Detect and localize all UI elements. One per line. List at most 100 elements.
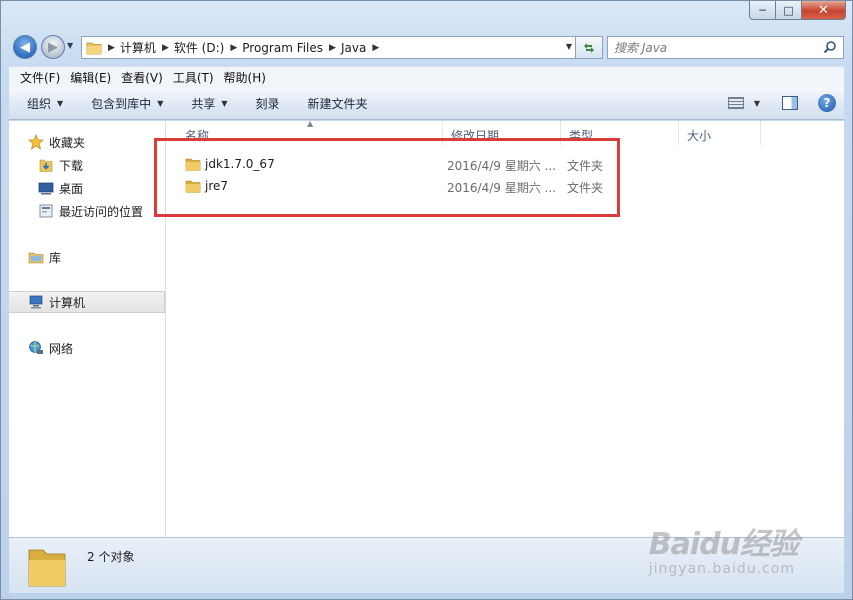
nav-label: 库 (49, 250, 62, 265)
file-date: 2016/4/9 星期六 ... (447, 159, 556, 173)
folder-icon (185, 180, 201, 193)
minimize-button[interactable]: ─ (749, 1, 776, 20)
nav-item-downloads[interactable]: 下载 (9, 154, 165, 176)
refresh-button[interactable] (575, 36, 603, 59)
command-bar: 组织 ▼ 包含到库中 ▼ 共享 ▼ 刻录 新建文件夹 ▼ ? (9, 88, 844, 120)
details-pane: 2 个对象 Baidu经验 jingyan.baidu.com (9, 527, 844, 593)
recent-pages-dropdown[interactable]: ▼ (67, 41, 73, 50)
column-date-label: 修改日期 (451, 129, 500, 143)
column-headers: 名称 ▲ 修改日期 类型 大小 (167, 119, 844, 147)
library-icon (27, 249, 45, 265)
nav-label: 桌面 (59, 181, 84, 196)
burn-button[interactable]: 刻录 (246, 95, 290, 112)
nav-item-libraries[interactable]: 库 (9, 246, 165, 268)
breadcrumb-separator[interactable]: ▶ (372, 43, 379, 53)
caption-buttons: ─ □ ✕ (749, 1, 846, 20)
nav-item-favorites[interactable]: 收藏夹 (9, 131, 165, 153)
new-folder-button[interactable]: 新建文件夹 (298, 95, 378, 112)
recent-places-icon (37, 203, 55, 219)
burn-label: 刻录 (255, 97, 280, 111)
watermark-logo: Baidu经验 (648, 527, 799, 562)
refresh-icon (584, 42, 594, 53)
navigation-row: ◀ ▶ ▼ ▶ 计算机 ▶ 软件 (D:) ▶ Program Files ▶ … (9, 33, 844, 61)
chevron-down-icon: ▼ (57, 99, 64, 108)
explorer-window: ─ □ ✕ ◀ ▶ ▼ ▶ 计算机 ▶ 软件 (D:) ▶ Program Fi… (0, 0, 853, 600)
new-folder-label: 新建文件夹 (307, 97, 368, 111)
star-icon (27, 134, 45, 150)
view-options-icon[interactable] (727, 97, 744, 109)
organize-button[interactable]: 组织 ▼ (17, 95, 73, 112)
menu-view[interactable]: 查看(V) (116, 69, 168, 86)
column-header-size[interactable]: 大小 (679, 121, 761, 145)
nav-label: 计算机 (49, 295, 86, 310)
computer-icon (27, 294, 45, 310)
folder-icon (185, 158, 201, 171)
forward-button[interactable]: ▶ (41, 35, 65, 59)
address-bar[interactable]: ▶ 计算机 ▶ 软件 (D:) ▶ Program Files ▶ Java ▶… (81, 36, 579, 59)
network-icon (27, 340, 45, 356)
menu-file[interactable]: 文件(F) (15, 69, 65, 86)
breadcrumb-separator[interactable]: ▶ (329, 43, 336, 53)
column-header-type[interactable]: 类型 (561, 121, 679, 145)
watermark: Baidu经验 jingyan.baidu.com (648, 519, 799, 577)
item-count: 2 个对象 (87, 550, 135, 564)
column-size-label: 大小 (687, 129, 712, 143)
nav-label: 最近访问的位置 (59, 204, 144, 219)
share-button[interactable]: 共享 ▼ (181, 95, 237, 112)
file-name: jdk1.7.0_67 (205, 157, 275, 171)
share-label: 共享 (191, 97, 216, 111)
breadcrumb-computer[interactable]: 计算机 (120, 39, 156, 56)
search-box[interactable] (607, 36, 844, 59)
column-type-label: 类型 (569, 129, 594, 143)
chevron-down-icon: ▼ (221, 99, 228, 108)
address-dropdown-icon[interactable]: ▼ (566, 42, 572, 51)
content-area: 收藏夹 下载 桌面 最近访问的位置 库 计算机 网络 名称 ▲ 修改日期 类型 … (9, 119, 844, 537)
nav-item-recent-places[interactable]: 最近访问的位置 (9, 200, 165, 222)
watermark-url: jingyan.baidu.com (648, 561, 795, 577)
chevron-down-icon: ▼ (157, 99, 164, 108)
file-name: jre7 (205, 179, 229, 193)
maximize-button[interactable]: □ (776, 1, 802, 20)
file-list: 名称 ▲ 修改日期 类型 大小 jdk1.7.0_67 2016/4/9 星期六… (167, 119, 844, 537)
sort-ascending-icon: ▲ (307, 119, 314, 128)
folder-icon (28, 549, 66, 587)
nav-item-network[interactable]: 网络 (9, 337, 165, 359)
menu-bar: 文件(F) 编辑(E) 查看(V) 工具(T) 帮助(H) (9, 66, 844, 88)
search-icon[interactable] (823, 40, 837, 54)
menu-tools[interactable]: 工具(T) (168, 69, 219, 86)
downloads-folder-icon (37, 157, 55, 173)
breadcrumb-java[interactable]: Java (341, 41, 366, 55)
help-icon[interactable]: ? (818, 94, 836, 112)
breadcrumb-separator[interactable]: ▶ (162, 43, 169, 53)
list-item[interactable]: jdk1.7.0_67 2016/4/9 星期六 ... 文件夹 (181, 153, 621, 175)
view-controls: ▼ ? (727, 94, 836, 112)
file-type: 文件夹 (567, 159, 604, 173)
menu-help[interactable]: 帮助(H) (219, 69, 271, 86)
breadcrumb-drive-d[interactable]: 软件 (D:) (174, 39, 224, 56)
navigation-pane: 收藏夹 下载 桌面 最近访问的位置 库 计算机 网络 (9, 121, 166, 537)
column-header-date[interactable]: 修改日期 (443, 121, 561, 145)
close-button[interactable]: ✕ (802, 1, 846, 20)
folder-icon (86, 42, 102, 54)
breadcrumb-program-files[interactable]: Program Files (242, 41, 323, 55)
column-name-label: 名称 (185, 129, 210, 143)
nav-item-desktop[interactable]: 桌面 (9, 177, 165, 199)
include-in-library-button[interactable]: 包含到库中 ▼ (81, 95, 173, 112)
preview-pane-icon[interactable] (782, 96, 798, 110)
nav-label: 下载 (59, 158, 84, 173)
menu-edit[interactable]: 编辑(E) (65, 69, 116, 86)
nav-label: 网络 (49, 341, 74, 356)
breadcrumb-separator[interactable]: ▶ (108, 43, 115, 53)
include-in-library-label: 包含到库中 (91, 97, 152, 111)
chevron-down-icon[interactable]: ▼ (754, 99, 760, 108)
organize-label: 组织 (27, 97, 52, 111)
file-type: 文件夹 (567, 181, 604, 195)
desktop-icon (37, 180, 55, 196)
list-item[interactable]: jre7 2016/4/9 星期六 ... 文件夹 (181, 175, 621, 197)
breadcrumb-separator[interactable]: ▶ (230, 43, 237, 53)
search-input[interactable] (614, 40, 814, 55)
file-date: 2016/4/9 星期六 ... (447, 181, 556, 195)
nav-label: 收藏夹 (49, 135, 86, 150)
back-button[interactable]: ◀ (13, 35, 37, 59)
nav-item-computer[interactable]: 计算机 (9, 291, 165, 313)
